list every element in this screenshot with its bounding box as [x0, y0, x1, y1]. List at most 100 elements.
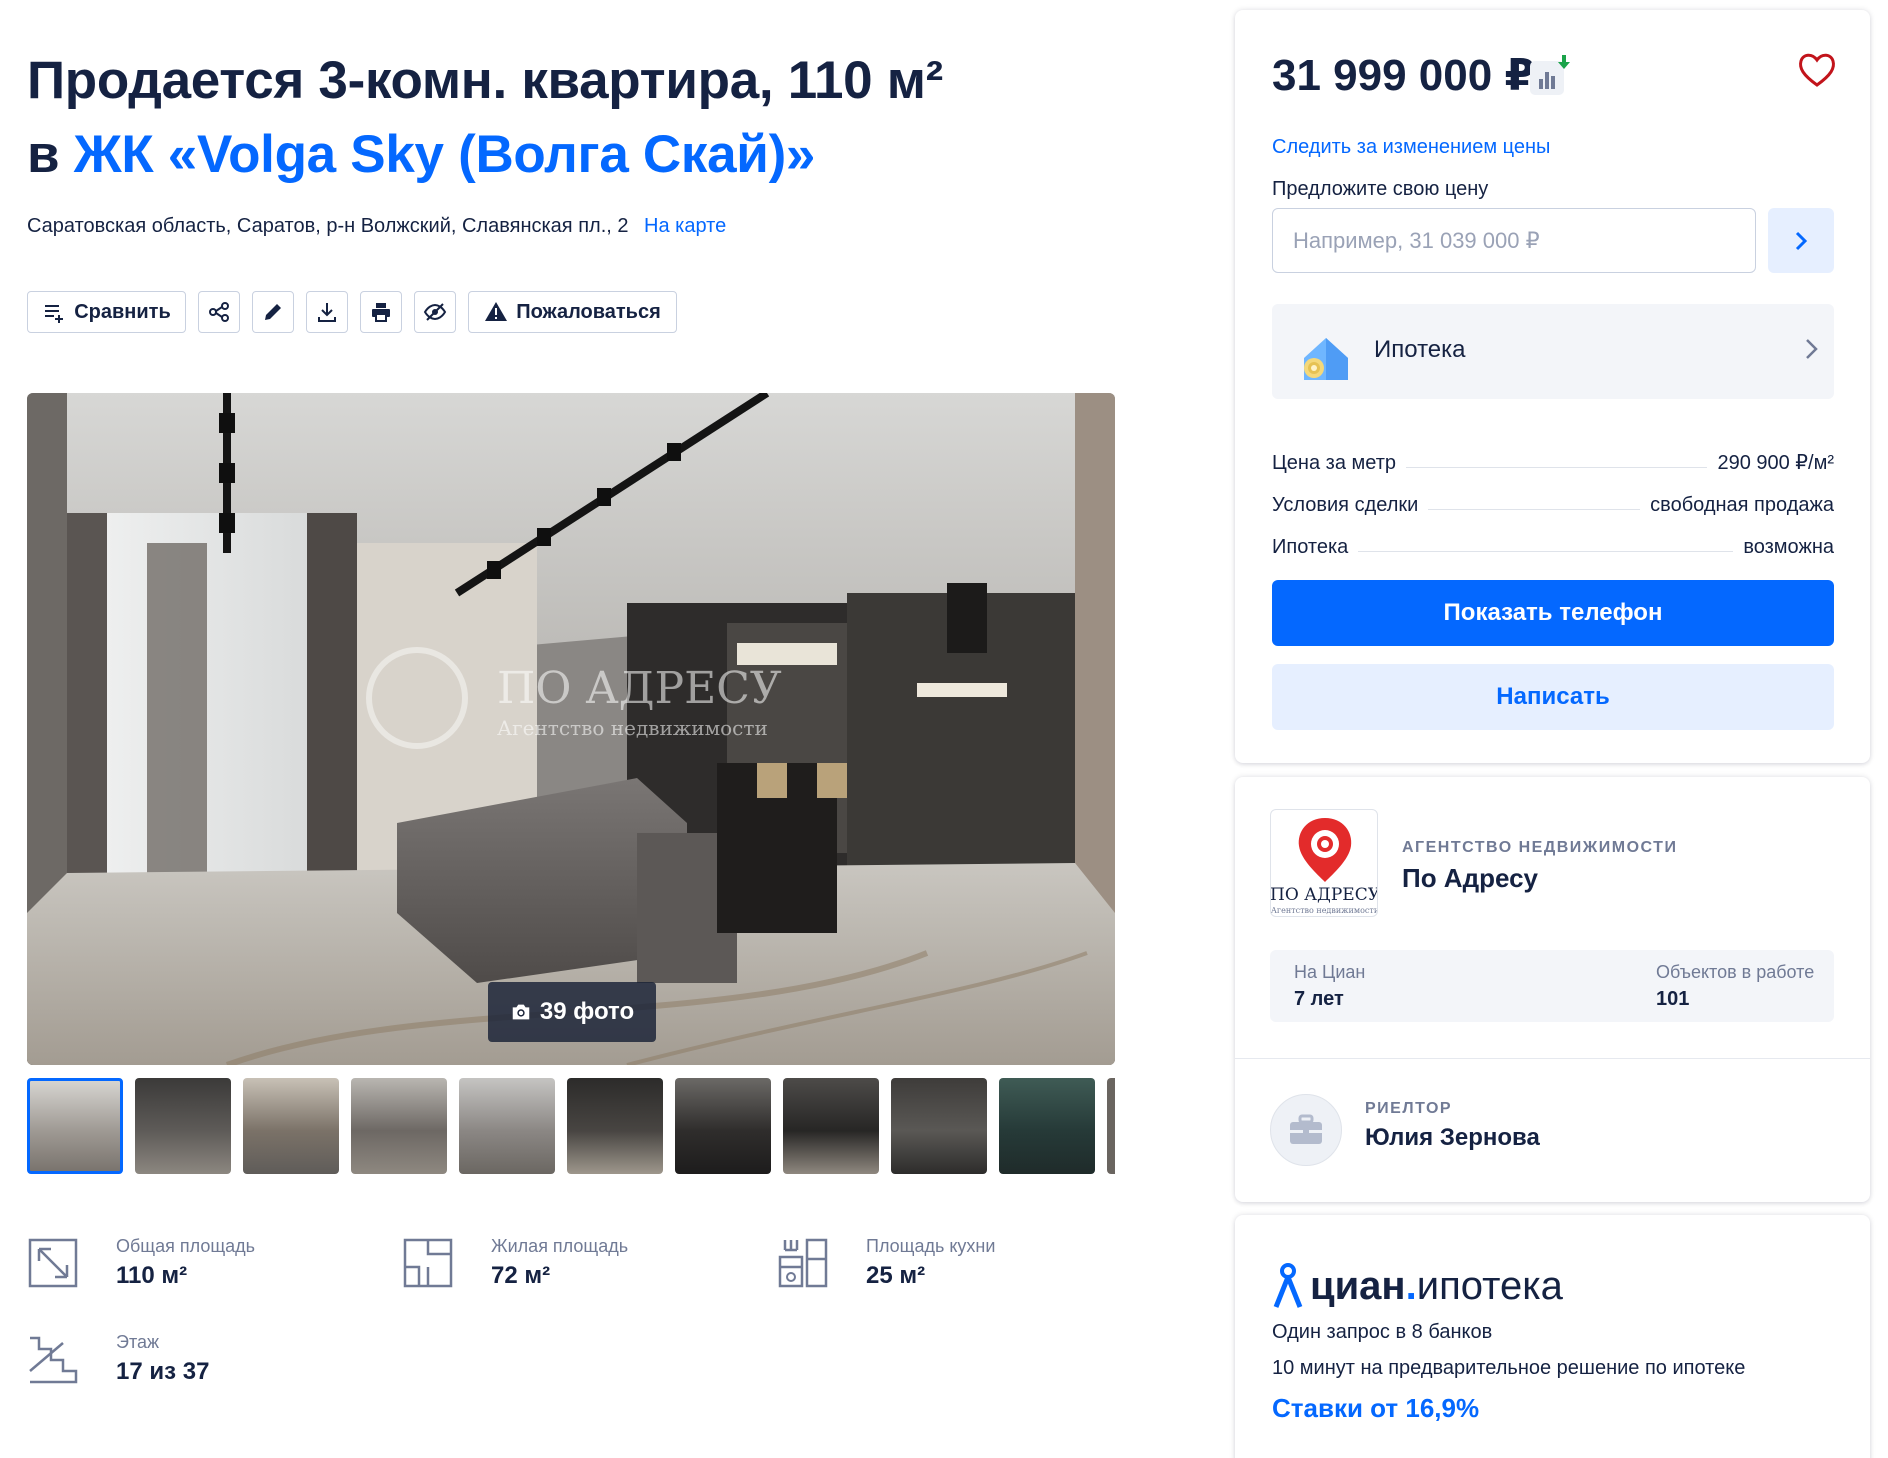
agency-kind: АГЕНТСТВО НЕДВИЖИМОСТИ	[1402, 839, 1678, 856]
download-button[interactable]	[306, 291, 348, 333]
on-cian-value: 7 лет	[1294, 988, 1344, 1010]
share-icon	[209, 302, 229, 322]
location-pin-icon: ПО АДРЕСУ Агентство недвижимости	[1271, 818, 1378, 915]
eye-off-icon	[423, 303, 447, 321]
cian-mortgage-rate-link[interactable]: Ставки от 16,9%	[1272, 1393, 1479, 1424]
thumbnail[interactable]	[135, 1078, 231, 1174]
cian-mortgage-line-1: Один запрос в 8 банков	[1272, 1321, 1493, 1343]
mortgage-label: Ипотека	[1374, 336, 1466, 363]
agency-logo-text: ПО АДРЕСУ	[1271, 885, 1378, 905]
address: Саратовская область, Саратов, р-н Волжск…	[27, 215, 726, 238]
thumbnail-strip	[27, 1078, 1115, 1174]
cian-logo-dot: .	[1405, 1264, 1417, 1308]
mortgage-link[interactable]: Ипотека	[1272, 304, 1834, 399]
offer-label: Предложите свою цену	[1272, 178, 1489, 200]
mortgage-row: Ипотека возможна	[1272, 529, 1834, 559]
thumbnail[interactable]	[351, 1078, 447, 1174]
complex-link[interactable]: ЖК «Volga Sky (Волга Скай)»	[74, 125, 816, 184]
fact-value: 110 м²	[116, 1262, 188, 1289]
complain-label: Пожаловаться	[516, 300, 661, 323]
thumbnail[interactable]	[783, 1078, 879, 1174]
offer-placeholder: Например, 31 039 000 ₽	[1293, 227, 1540, 253]
agency-name[interactable]: По Адресу	[1402, 863, 1538, 894]
thumbnail[interactable]	[243, 1078, 339, 1174]
thumbnail[interactable]	[675, 1078, 771, 1174]
agency-logo[interactable]: ПО АДРЕСУ Агентство недвижимости	[1270, 809, 1378, 917]
photo-gallery[interactable]: ПО АДРЕСУ Агентство недвижимости 39 фото	[27, 393, 1115, 1065]
deal-terms-row: Условия сделки свободная продажа	[1272, 487, 1834, 517]
warning-icon	[485, 302, 508, 321]
price-history-icon[interactable]	[1528, 53, 1572, 97]
objects-label: Объектов в работе	[1656, 962, 1815, 982]
realtor-avatar[interactable]	[1270, 1094, 1342, 1166]
share-button[interactable]	[198, 291, 240, 333]
row-label: Условия сделки	[1272, 494, 1419, 516]
pencil-icon	[265, 304, 281, 320]
thumbnail[interactable]	[999, 1078, 1095, 1174]
row-label: Ипотека	[1272, 536, 1349, 558]
watermark-subtitle: Агентство недвижимости	[497, 716, 768, 740]
cian-logo-word: циан	[1310, 1264, 1406, 1308]
divider	[1235, 1058, 1870, 1059]
cian-mortgage-logo: циан. ипотека	[1272, 1249, 1563, 1309]
thumbnail[interactable]	[27, 1078, 123, 1174]
kitchen-icon	[778, 1238, 828, 1288]
area-icon	[28, 1238, 78, 1288]
thumbnail[interactable]	[459, 1078, 555, 1174]
fact-label: Жилая площадь	[491, 1236, 629, 1256]
main-photo[interactable]: ПО АДРЕСУ Агентство недвижимости	[27, 393, 1115, 1065]
map-link[interactable]: На карте	[644, 215, 726, 237]
fact-value: 25 м²	[866, 1262, 926, 1289]
title-line-1: Продается 3-комн. квартира, 110 м²	[27, 51, 944, 110]
price-card: 31 999 000 ₽ Следить за изменением цены …	[1235, 10, 1870, 763]
fact-label: Площадь кухни	[866, 1236, 996, 1256]
compare-icon	[45, 305, 64, 323]
page-title: Продается 3-комн. квартира, 110 м² в ЖК …	[27, 44, 1167, 192]
thumbnail[interactable]	[1107, 1078, 1115, 1174]
photo-count-button[interactable]: 39 фото	[488, 982, 656, 1042]
print-button[interactable]	[360, 291, 402, 333]
address-text: Саратовская область, Саратов, р-н Волжск…	[27, 215, 629, 237]
price-per-meter-row: Цена за метр 290 900 ₽/м²	[1272, 445, 1834, 475]
compare-label: Сравнить	[74, 300, 171, 323]
row-value: возможна	[1743, 536, 1834, 558]
camera-icon	[512, 1004, 530, 1020]
cian-mortgage-line-2: 10 минут на предварительное решение по и…	[1272, 1357, 1746, 1379]
write-button[interactable]: Написать	[1272, 664, 1834, 730]
show-phone-button[interactable]: Показать телефон	[1272, 580, 1834, 646]
row-value: 290 900 ₽/м²	[1717, 452, 1834, 474]
agency-card: ПО АДРЕСУ Агентство недвижимости АГЕНТСТ…	[1235, 777, 1870, 1202]
printer-icon	[372, 303, 390, 322]
watermark-title: ПО АДРЕСУ	[497, 663, 782, 714]
fact-value: 72 м²	[491, 1262, 551, 1289]
hide-button[interactable]	[414, 291, 456, 333]
thumbnail[interactable]	[567, 1078, 663, 1174]
cian-logo-word-2: ипотека	[1416, 1264, 1563, 1308]
agency-stats: На Циан 7 лет Объектов в работе 101	[1270, 950, 1834, 1022]
compare-button[interactable]: Сравнить	[27, 291, 186, 333]
thumbnail[interactable]	[891, 1078, 987, 1174]
on-cian-label: На Циан	[1294, 962, 1366, 982]
chevron-right-icon	[1806, 339, 1818, 359]
complain-button[interactable]: Пожаловаться	[468, 291, 677, 333]
cian-mortgage-card[interactable]: циан. ипотека Один запрос в 8 банков 10 м…	[1235, 1215, 1870, 1458]
row-value: свободная продажа	[1650, 494, 1834, 516]
download-icon	[318, 303, 336, 322]
favorite-heart-icon[interactable]	[1797, 50, 1837, 90]
title-in: в	[27, 125, 74, 184]
chevron-right-icon	[1795, 231, 1808, 250]
offer-submit-button[interactable]	[1768, 208, 1834, 273]
offer-price-input[interactable]: Например, 31 039 000 ₽	[1272, 208, 1756, 273]
cian-logo-icon	[1273, 1263, 1303, 1308]
objects-value: 101	[1656, 988, 1690, 1010]
edit-button[interactable]	[252, 291, 294, 333]
fact-label: Этаж	[116, 1332, 160, 1352]
follow-price-link[interactable]: Следить за изменением цены	[1272, 136, 1550, 159]
photo-count-label: 39 фото	[539, 998, 635, 1025]
realtor-kind: РИЕЛТОР	[1365, 1100, 1453, 1117]
floor-plan-icon	[403, 1238, 453, 1288]
realtor-name[interactable]: Юлия Зернова	[1365, 1124, 1540, 1152]
fact-value: 17 из 37	[116, 1358, 210, 1385]
briefcase-icon	[1290, 1114, 1322, 1144]
agency-logo-subtext: Агентство недвижимости	[1271, 906, 1378, 915]
